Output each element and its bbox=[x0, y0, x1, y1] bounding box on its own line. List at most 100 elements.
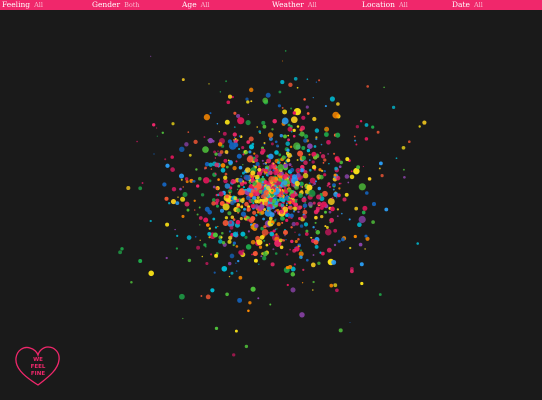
feeling-particle[interactable] bbox=[274, 150, 279, 155]
feeling-particle[interactable] bbox=[170, 167, 175, 172]
feeling-particle[interactable] bbox=[333, 152, 336, 155]
feelings-particle-cloud[interactable] bbox=[0, 10, 542, 400]
feeling-particle[interactable] bbox=[335, 132, 341, 138]
feeling-particle[interactable] bbox=[264, 168, 268, 172]
feeling-particle[interactable] bbox=[306, 112, 310, 115]
feeling-particle[interactable] bbox=[272, 118, 277, 124]
feeling-particle[interactable] bbox=[250, 198, 255, 203]
filter-value[interactable]: All bbox=[201, 0, 210, 10]
feeling-particle[interactable] bbox=[217, 150, 219, 152]
feeling-particle[interactable] bbox=[299, 255, 303, 260]
feeling-particle[interactable] bbox=[309, 159, 311, 161]
feeling-particle[interactable] bbox=[224, 172, 228, 176]
feeling-particle[interactable] bbox=[188, 153, 192, 157]
feeling-particle[interactable] bbox=[223, 158, 228, 163]
feeling-particle[interactable] bbox=[378, 293, 382, 296]
feeling-particle[interactable] bbox=[281, 221, 284, 224]
feeling-particle[interactable] bbox=[225, 165, 229, 169]
feeling-particle[interactable] bbox=[253, 152, 256, 155]
feeling-particle[interactable] bbox=[180, 178, 183, 181]
feeling-particle[interactable] bbox=[220, 163, 226, 168]
feeling-particle[interactable] bbox=[313, 145, 317, 148]
feeling-particle[interactable] bbox=[240, 211, 247, 217]
feeling-particle[interactable] bbox=[246, 155, 254, 163]
feeling-particle[interactable] bbox=[353, 234, 357, 239]
filter-value[interactable]: All bbox=[308, 0, 317, 10]
feeling-particle[interactable] bbox=[286, 148, 290, 152]
feeling-particle[interactable] bbox=[274, 184, 277, 188]
feeling-particle[interactable] bbox=[126, 185, 131, 191]
feeling-particle[interactable] bbox=[261, 159, 264, 162]
feeling-particle[interactable] bbox=[293, 142, 301, 150]
feeling-particle[interactable] bbox=[224, 216, 229, 220]
feeling-particle[interactable] bbox=[232, 165, 237, 171]
feeling-particle[interactable] bbox=[271, 199, 276, 204]
feeling-particle[interactable] bbox=[256, 199, 261, 204]
feeling-particle[interactable] bbox=[308, 153, 311, 156]
feeling-particle[interactable] bbox=[282, 180, 288, 186]
feeling-particle[interactable] bbox=[338, 187, 341, 190]
feeling-particle[interactable] bbox=[257, 297, 260, 300]
feeling-particle[interactable] bbox=[228, 220, 233, 225]
feeling-particle[interactable] bbox=[214, 162, 220, 168]
feeling-particle[interactable] bbox=[278, 153, 282, 157]
feeling-particle[interactable] bbox=[362, 165, 365, 168]
feeling-particle[interactable] bbox=[233, 138, 235, 141]
feeling-particle[interactable] bbox=[208, 236, 211, 239]
feeling-particle[interactable] bbox=[193, 139, 198, 145]
feeling-particle[interactable] bbox=[376, 130, 380, 134]
feeling-particle[interactable] bbox=[269, 231, 275, 237]
feeling-particle[interactable] bbox=[325, 228, 332, 236]
feeling-particle[interactable] bbox=[246, 100, 250, 104]
feeling-particle[interactable] bbox=[252, 251, 258, 257]
feeling-particle[interactable] bbox=[295, 221, 299, 226]
feeling-particle[interactable] bbox=[312, 116, 317, 122]
feeling-particle[interactable] bbox=[224, 183, 231, 189]
feeling-particle[interactable] bbox=[228, 230, 231, 233]
feeling-particle[interactable] bbox=[294, 180, 300, 187]
feeling-particle[interactable] bbox=[287, 138, 291, 142]
feeling-particle[interactable] bbox=[239, 217, 243, 221]
feeling-particle[interactable] bbox=[285, 218, 289, 222]
feeling-particle[interactable] bbox=[204, 166, 207, 170]
feeling-particle[interactable] bbox=[251, 253, 253, 256]
feeling-particle[interactable] bbox=[303, 160, 308, 165]
feeling-particle[interactable] bbox=[250, 100, 253, 103]
feeling-particle[interactable] bbox=[200, 295, 203, 297]
feeling-particle[interactable] bbox=[338, 328, 343, 333]
feeling-particle[interactable] bbox=[280, 80, 285, 85]
feeling-particle[interactable] bbox=[267, 171, 271, 175]
feeling-particle[interactable] bbox=[333, 228, 338, 233]
feeling-particle[interactable] bbox=[269, 303, 272, 306]
feeling-particle[interactable] bbox=[274, 252, 278, 255]
feeling-particle[interactable] bbox=[328, 185, 332, 189]
feeling-particle[interactable] bbox=[265, 161, 268, 164]
feeling-particle[interactable] bbox=[207, 231, 212, 236]
feeling-particle[interactable] bbox=[156, 135, 158, 137]
feeling-particle[interactable] bbox=[245, 150, 249, 155]
feeling-particle[interactable] bbox=[306, 148, 311, 153]
feeling-particle[interactable] bbox=[182, 191, 188, 198]
feeling-particle[interactable] bbox=[314, 128, 320, 133]
feeling-particle[interactable] bbox=[279, 171, 282, 173]
feeling-particle[interactable] bbox=[248, 301, 252, 305]
feeling-particle[interactable] bbox=[324, 105, 327, 108]
feeling-particle[interactable] bbox=[321, 190, 328, 197]
feeling-particle[interactable] bbox=[347, 181, 350, 184]
feeling-particle[interactable] bbox=[248, 217, 255, 224]
feeling-particle[interactable] bbox=[364, 137, 369, 141]
feeling-particle[interactable] bbox=[328, 163, 330, 165]
feeling-particle[interactable] bbox=[277, 161, 280, 165]
feeling-particle[interactable] bbox=[229, 253, 235, 259]
feeling-particle[interactable] bbox=[249, 182, 252, 185]
feeling-particle[interactable] bbox=[261, 180, 264, 184]
feeling-particle[interactable] bbox=[281, 216, 285, 221]
feeling-particle[interactable] bbox=[283, 186, 287, 190]
feeling-particle[interactable] bbox=[290, 272, 296, 277]
feeling-particle[interactable] bbox=[367, 177, 372, 181]
feeling-particle[interactable] bbox=[306, 78, 309, 81]
feeling-particle[interactable] bbox=[274, 210, 277, 213]
feeling-particle[interactable] bbox=[267, 132, 274, 138]
feeling-particle[interactable] bbox=[208, 162, 213, 167]
feeling-particle[interactable] bbox=[323, 173, 327, 177]
